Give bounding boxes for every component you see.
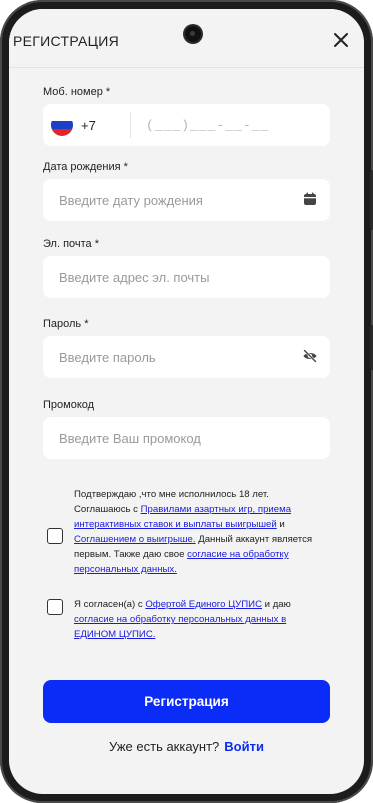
consent-text: и даю [262,599,291,610]
password-label: Пароль * [43,318,89,330]
screen: РЕГИСТРАЦИЯ Моб. номер * +7 (___)___-__-… [9,9,364,794]
age-consent-checkbox[interactable] [47,528,63,544]
promo-label: Промокод [43,399,95,411]
email-input[interactable]: Введите адрес эл. почты [43,256,330,298]
birthdate-placeholder: Введите дату рождения [59,193,203,208]
login-link[interactable]: Войти [224,739,264,754]
cupis-consent-text: Я согласен(а) с Офертой Единого ЦУПИС и … [74,597,324,642]
eye-off-icon[interactable] [302,348,318,364]
winnings-agreement-link[interactable]: Соглашением о выигрыше. [74,534,196,545]
page-title: РЕГИСТРАЦИЯ [13,33,120,49]
phone-label: Моб. номер * [43,86,111,98]
consent-text: Я согласен(а) с [74,599,146,610]
password-placeholder: Введите пароль [59,350,156,365]
cupis-consent-checkbox[interactable] [47,599,63,615]
login-prompt: Уже есть аккаунт? Войти [9,739,364,754]
cupis-data-consent-link[interactable]: согласие на обработку персональных данны… [74,614,286,640]
email-placeholder: Введите адрес эл. почты [59,270,210,285]
birthdate-input[interactable]: Введите дату рождения [43,179,330,221]
front-camera [185,26,201,42]
phone-field: +7 (___)___-__-__ [43,104,330,146]
phone-divider [130,112,131,138]
promo-input[interactable]: Введите Ваш промокод [43,417,330,459]
promo-placeholder: Введите Ваш промокод [59,431,201,446]
has-account-text: Уже есть аккаунт? [109,739,220,754]
calendar-icon[interactable] [302,191,318,207]
russia-flag-icon[interactable] [51,114,73,136]
consent-text: и [276,519,285,530]
age-consent-text: Подтверждаю ,что мне исполнилось 18 лет.… [74,487,324,577]
email-label: Эл. почта * [43,238,100,250]
password-input[interactable]: Введите пароль [43,336,330,378]
close-icon[interactable] [330,29,352,51]
register-button[interactable]: Регистрация [43,680,330,723]
birthdate-label: Дата рождения * [43,161,128,173]
phone-input[interactable]: (___)___-__-__ [146,118,269,133]
country-code[interactable]: +7 [81,118,96,133]
cupis-offer-link[interactable]: Офертой Единого ЦУПИС [145,599,262,610]
phone-frame: РЕГИСТРАЦИЯ Моб. номер * +7 (___)___-__-… [0,0,373,803]
